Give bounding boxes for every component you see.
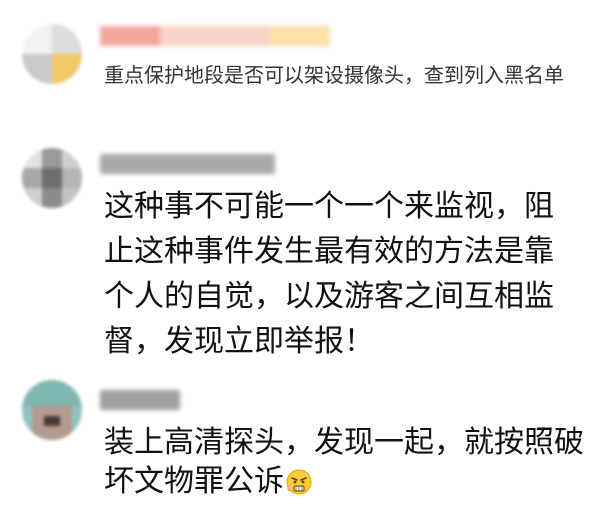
comment-item: 这种事不可能一个一个来监视，阻止这种事件发生最有效的方法是靠个人的自觉，以及游客… — [0, 130, 600, 360]
avatar[interactable] — [22, 148, 82, 208]
comment-item: 装上高清探头，发现一起，就按照破坏文物罪公诉 — [0, 360, 600, 499]
username[interactable] — [100, 154, 275, 174]
username[interactable] — [100, 26, 330, 46]
angry-face-emoji-icon — [286, 466, 312, 495]
comment-text: 装上高清探头，发现一起，就按照破坏文物罪公诉 — [104, 423, 594, 501]
comment-text-content: 装上高清探头，发现一起，就按照破坏文物罪公诉 — [104, 425, 584, 499]
comment-text: 重点保护地段是否可以架设摄像头，查到列入黑名单 — [104, 63, 564, 87]
avatar[interactable] — [22, 380, 82, 440]
comment-item: 重点保护地段是否可以架设摄像头，查到列入黑名单 — [0, 0, 600, 130]
avatar[interactable] — [22, 24, 82, 84]
username[interactable] — [100, 390, 180, 410]
comment-text: 这种事不可能一个一个来监视，阻止这种事件发生最有效的方法是靠个人的自觉，以及游客… — [104, 189, 554, 359]
